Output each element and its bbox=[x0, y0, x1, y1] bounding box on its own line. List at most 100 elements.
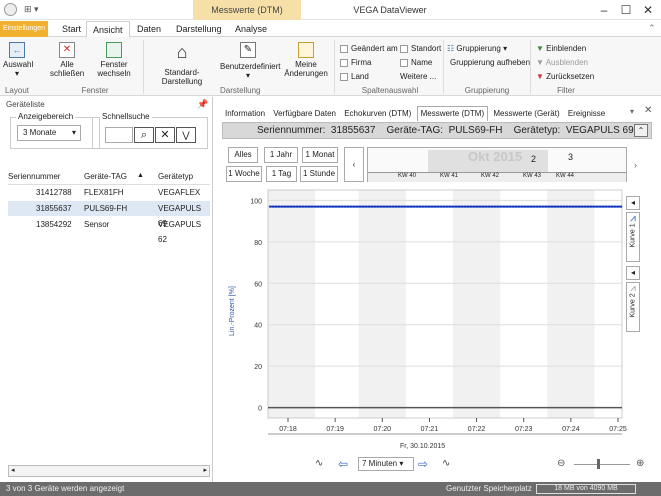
range-select[interactable]: 3 Monate ▾ bbox=[17, 125, 81, 141]
gruppierung-dropdown[interactable]: ☷ Gruppierung ▾ bbox=[447, 43, 507, 55]
data-point bbox=[604, 205, 608, 208]
data-point bbox=[496, 205, 500, 208]
data-point bbox=[418, 205, 422, 208]
range-1stunde-button[interactable]: 1 Stunde bbox=[300, 166, 338, 182]
tab-einstellungen[interactable]: Einstellungen bbox=[0, 21, 49, 37]
expand-search-icon[interactable]: ⋁ bbox=[176, 127, 196, 143]
land-checkbox[interactable]: Land bbox=[340, 71, 369, 83]
pin-icon[interactable]: 📌 bbox=[197, 99, 208, 110]
zoom-slider[interactable] bbox=[574, 464, 630, 465]
range-1monat-button[interactable]: 1 Monat bbox=[302, 147, 338, 163]
maximize-button[interactable]: ☐ bbox=[615, 0, 637, 20]
data-point bbox=[478, 205, 482, 208]
tab-verfuegbare-daten[interactable]: Verfügbare Daten bbox=[270, 107, 339, 121]
tab-analyse[interactable]: Analyse bbox=[229, 21, 273, 37]
data-point bbox=[502, 205, 506, 208]
alle-schliessen-button[interactable]: ✕ Alle schließen bbox=[50, 42, 84, 78]
app-logo-icon[interactable] bbox=[4, 3, 17, 16]
data-point bbox=[346, 205, 350, 208]
tab-information[interactable]: Information bbox=[222, 107, 268, 121]
data-point bbox=[454, 205, 458, 208]
data-point bbox=[535, 205, 539, 208]
firma-checkbox[interactable]: Firma bbox=[340, 57, 371, 69]
einblenden-button[interactable]: ▼ Einblenden bbox=[536, 43, 586, 55]
tab-messwerte-geraet[interactable]: Messwerte (Gerät) bbox=[490, 107, 562, 121]
weitere-button[interactable]: Weitere ... bbox=[400, 71, 436, 83]
close-panel-icon[interactable]: ✕ bbox=[644, 105, 652, 116]
col-seriennummer[interactable]: Seriennummer bbox=[8, 172, 60, 181]
kurve2-panel[interactable]: ⩘ Kurve 2 bbox=[626, 282, 640, 332]
name-checkbox[interactable]: Name bbox=[400, 57, 432, 69]
tab-darstellung[interactable]: Darstellung bbox=[170, 21, 228, 37]
data-point bbox=[544, 205, 548, 208]
data-point bbox=[373, 205, 377, 208]
data-point bbox=[268, 205, 272, 208]
data-point bbox=[430, 205, 434, 208]
group-layout-label: Layout bbox=[4, 86, 30, 95]
data-point bbox=[457, 205, 461, 208]
overview-prev-button[interactable]: ‹ bbox=[344, 147, 364, 182]
clear-search-icon[interactable]: ✕ bbox=[155, 127, 175, 143]
data-point bbox=[592, 205, 596, 208]
range-1woche-button[interactable]: 1 Woche bbox=[226, 166, 262, 182]
data-point bbox=[577, 205, 581, 208]
table-row[interactable]: 31412788 FLEX81FH VEGAFLEX 81 bbox=[8, 185, 210, 212]
geaendert-am-checkbox[interactable]: Geändert am bbox=[340, 43, 398, 55]
meine-aenderungen-button[interactable]: Meine Änderungen bbox=[284, 42, 328, 78]
tab-ansicht[interactable]: Ansicht bbox=[86, 21, 130, 37]
benutzerdefiniert-button[interactable]: ✎ Benutzerdefiniert ▾ bbox=[220, 42, 280, 80]
scroll-right-icon[interactable]: ▸ bbox=[203, 466, 207, 474]
ausblenden-button[interactable]: ▼ Ausblenden bbox=[536, 57, 588, 69]
overview-navigator[interactable]: Okt 2015 2 3 KW 40 KW 41 KW 42 KW 43 KW … bbox=[367, 147, 627, 182]
step-select[interactable]: 7 Minuten ▾ bbox=[358, 457, 414, 471]
kurve1-toggle-icon[interactable]: ◂ bbox=[626, 196, 640, 210]
data-point bbox=[517, 205, 521, 208]
table-row-selected[interactable]: 31855637 PULS69-FH VEGAPULS 69 bbox=[8, 201, 210, 228]
zoom-in-icon[interactable]: ⊕ bbox=[636, 458, 644, 469]
horizontal-scrollbar[interactable]: ◂ ▸ bbox=[8, 465, 210, 477]
search-input[interactable] bbox=[105, 127, 133, 143]
close-button[interactable]: ✕ bbox=[637, 0, 659, 20]
zoom-slider-handle[interactable] bbox=[597, 459, 600, 469]
search-icon[interactable]: ⌕ bbox=[134, 127, 154, 143]
kurve2-toggle-icon[interactable]: ◂ bbox=[626, 266, 640, 280]
step-forward-icon[interactable]: ⇨ bbox=[418, 457, 428, 471]
gruppierung-aufheben-button[interactable]: Gruppierung aufheben bbox=[450, 57, 530, 69]
quick-access-icon[interactable]: ⊞ ▾ bbox=[24, 4, 39, 15]
data-point bbox=[523, 205, 527, 208]
tab-messwerte-dtm[interactable]: Messwerte (DTM) bbox=[416, 106, 489, 121]
minimize-button[interactable]: – bbox=[593, 0, 615, 20]
tab-start[interactable]: Start bbox=[56, 21, 87, 37]
auswahl-button[interactable]: ← Auswahl ▾ bbox=[3, 42, 33, 78]
zoom-reset-icon[interactable]: ∿ bbox=[442, 458, 450, 469]
ribbon-collapse-icon[interactable]: ⌃ bbox=[648, 23, 656, 34]
zoom-fit-icon[interactable]: ∿ bbox=[315, 458, 323, 469]
scroll-left-icon[interactable]: ◂ bbox=[11, 466, 15, 474]
device-header-bar: Seriennummer: 31855637 Geräte-TAG: PULS6… bbox=[222, 122, 652, 139]
step-back-icon[interactable]: ⇦ bbox=[338, 457, 348, 471]
standort-checkbox[interactable]: Standort bbox=[400, 43, 441, 55]
tab-ereignisse[interactable]: Ereignisse bbox=[565, 107, 608, 121]
data-point bbox=[556, 205, 560, 208]
data-point bbox=[586, 205, 590, 208]
group-fenster-label: Fenster bbox=[81, 86, 109, 95]
col-geraetetyp[interactable]: Gerätetyp bbox=[158, 172, 193, 181]
zoom-out-icon[interactable]: ⊖ bbox=[557, 458, 565, 469]
collapse-header-icon[interactable]: ⌃ bbox=[634, 124, 648, 137]
range-alles-button[interactable]: Alles bbox=[228, 147, 258, 163]
data-point bbox=[361, 205, 365, 208]
range-1jahr-button[interactable]: 1 Jahr bbox=[264, 147, 298, 163]
data-point bbox=[568, 205, 572, 208]
col-geraete-tag[interactable]: Geräte-TAG bbox=[84, 172, 127, 181]
tab-daten[interactable]: Daten bbox=[131, 21, 167, 37]
kurve1-panel[interactable]: ⩘ Kurve 1 bbox=[626, 212, 640, 262]
tab-list-dropdown-icon[interactable]: ▾ bbox=[630, 107, 634, 116]
table-row[interactable]: 13854292 Sensor VEGAPULS 62 bbox=[8, 217, 210, 244]
range-1tag-button[interactable]: 1 Tag bbox=[266, 166, 297, 182]
tab-echokurven[interactable]: Echokurven (DTM) bbox=[341, 107, 414, 121]
standard-darstellung-button[interactable]: ⌂ Standard-Darstellung bbox=[145, 42, 219, 86]
fenster-wechseln-button[interactable]: Fenster wechseln bbox=[94, 42, 134, 78]
zuruecksetzen-button[interactable]: ▼ Zurücksetzen bbox=[536, 71, 594, 83]
overview-next-icon[interactable]: › bbox=[634, 160, 637, 170]
grouping-icon: ☷ bbox=[447, 44, 455, 53]
